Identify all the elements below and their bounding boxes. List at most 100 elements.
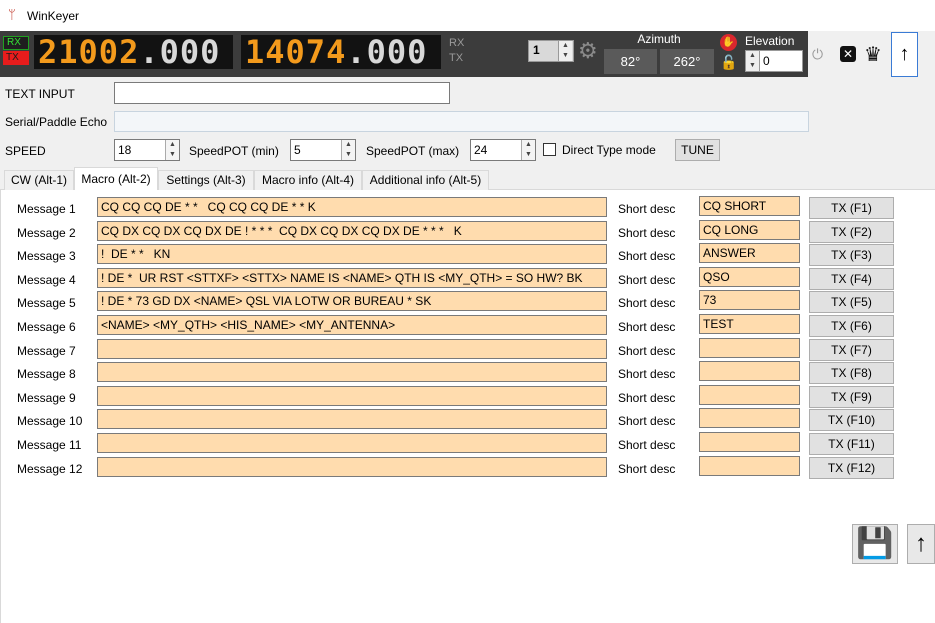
- elevation-value: 0: [763, 54, 770, 68]
- tx-button[interactable]: TX (F2): [809, 221, 894, 243]
- speedpot-max-stepper[interactable]: ▲ ▼: [521, 140, 535, 160]
- vfo-a-khz: 21002: [38, 35, 140, 69]
- message-label: Message 9: [17, 391, 76, 405]
- spin-down-icon[interactable]: ▼: [559, 51, 572, 61]
- text-input-field[interactable]: [114, 82, 450, 104]
- short-desc-label: Short desc: [618, 273, 676, 287]
- message-text-field[interactable]: CQ DX CQ DX CQ DX DE ! * * * CQ DX CQ DX…: [97, 221, 607, 241]
- stop-hand-icon[interactable]: ✋: [720, 34, 737, 51]
- vfo-b-khz: 14074: [245, 35, 347, 69]
- close-icon[interactable]: ✕: [840, 46, 856, 62]
- message-text-field[interactable]: CQ CQ CQ DE * * CQ CQ CQ DE * * K: [97, 197, 607, 217]
- tx-button[interactable]: TX (F9): [809, 386, 894, 408]
- message-text-field[interactable]: [97, 386, 607, 406]
- plug-icon[interactable]: ⏻: [812, 46, 823, 63]
- short-desc-field[interactable]: [699, 338, 800, 358]
- arrow-up-icon[interactable]: ↑: [907, 524, 935, 564]
- tune-button[interactable]: TUNE: [675, 139, 720, 161]
- gear-icon[interactable]: ⚙: [578, 40, 600, 62]
- message-text-field[interactable]: [97, 457, 607, 477]
- tx-button[interactable]: TX (F4): [809, 268, 894, 290]
- window-title: WinKeyer: [27, 9, 80, 23]
- short-desc-label: Short desc: [618, 226, 676, 240]
- tab-settings[interactable]: Settings (Alt-3): [158, 170, 254, 190]
- echo-field: [114, 111, 809, 132]
- tx-button[interactable]: TX (F10): [809, 409, 894, 431]
- elevation-arrows[interactable]: ▲ ▼: [746, 51, 760, 71]
- short-desc-label: Short desc: [618, 202, 676, 216]
- tx-button[interactable]: TX (F12): [809, 457, 894, 479]
- lock-icon[interactable]: 🔓: [720, 54, 737, 71]
- short-desc-field[interactable]: [699, 385, 800, 405]
- elevation-down-icon[interactable]: ▼: [746, 61, 759, 71]
- short-desc-field[interactable]: [699, 456, 800, 476]
- short-desc-field[interactable]: CQ LONG: [699, 220, 800, 240]
- short-desc-label: Short desc: [618, 414, 676, 428]
- message-label: Message 6: [17, 320, 76, 334]
- tx-button[interactable]: TX (F1): [809, 197, 894, 219]
- message-text-field[interactable]: ! DE * * KN: [97, 244, 607, 264]
- short-desc-field[interactable]: QSO: [699, 267, 800, 287]
- short-desc-field[interactable]: CQ SHORT: [699, 196, 800, 216]
- direct-type-checkbox[interactable]: [543, 143, 556, 156]
- tx-button[interactable]: TX (F11): [809, 433, 894, 455]
- short-desc-field[interactable]: [699, 408, 800, 428]
- short-desc-field[interactable]: [699, 432, 800, 452]
- message-text-field[interactable]: ! DE * 73 GD DX <NAME> QSL VIA LOTW OR B…: [97, 291, 607, 311]
- message-label: Message 8: [17, 367, 76, 381]
- tx2-label: TX: [449, 52, 464, 64]
- speedpot-max-up-icon[interactable]: ▲: [522, 140, 535, 150]
- speedpot-max-down-icon[interactable]: ▼: [522, 150, 535, 160]
- azimuth-button-2[interactable]: 262°: [660, 49, 714, 74]
- spin-up-icon[interactable]: ▲: [559, 41, 572, 51]
- short-desc-label: Short desc: [618, 344, 676, 358]
- message-label: Message 5: [17, 296, 76, 310]
- direct-type-label[interactable]: Direct Type mode: [562, 143, 656, 157]
- save-icon[interactable]: 💾: [852, 524, 898, 564]
- crown-icon[interactable]: ♛: [864, 42, 882, 67]
- app-icon: ᛘ: [8, 7, 16, 22]
- short-desc-label: Short desc: [618, 391, 676, 405]
- message-text-field[interactable]: [97, 339, 607, 359]
- speed-down-icon[interactable]: ▼: [166, 150, 179, 160]
- short-desc-field[interactable]: TEST: [699, 314, 800, 334]
- short-desc-label: Short desc: [618, 367, 676, 381]
- short-desc-label: Short desc: [618, 296, 676, 310]
- speed-stepper[interactable]: ▲ ▼: [165, 140, 179, 160]
- speedpot-min-stepper[interactable]: ▲ ▼: [341, 140, 355, 160]
- speedpot-min-down-icon[interactable]: ▼: [342, 150, 355, 160]
- message-text-field[interactable]: <NAME> <MY_QTH> <HIS_NAME> <MY_ANTENNA>: [97, 315, 607, 335]
- short-desc-label: Short desc: [618, 320, 676, 334]
- tx-button[interactable]: TX (F3): [809, 244, 894, 266]
- message-label: Message 12: [17, 462, 83, 476]
- title-bar: [0, 0, 935, 31]
- elevation-up-icon[interactable]: ▲: [746, 51, 759, 61]
- azimuth-label: Azimuth: [637, 32, 681, 46]
- message-label: Message 11: [17, 438, 82, 452]
- arrow-up-button[interactable]: ↑: [891, 32, 918, 77]
- rx-indicator: RX: [3, 36, 29, 50]
- tab-cw[interactable]: CW (Alt-1): [4, 170, 74, 190]
- tx-button[interactable]: TX (F8): [809, 362, 894, 384]
- rx2-label: RX: [449, 37, 465, 49]
- tx-button[interactable]: TX (F5): [809, 291, 894, 313]
- tab-additional-info[interactable]: Additional info (Alt-5): [362, 170, 489, 190]
- short-desc-field[interactable]: 73: [699, 290, 800, 310]
- radio-select-arrows[interactable]: ▲ ▼: [558, 41, 572, 61]
- tab-macro-info[interactable]: Macro info (Alt-4): [254, 170, 362, 190]
- tx-indicator: TX: [3, 51, 29, 65]
- message-text-field[interactable]: [97, 409, 607, 429]
- short-desc-field[interactable]: ANSWER: [699, 243, 800, 263]
- tx-button[interactable]: TX (F6): [809, 315, 894, 337]
- tab-macro[interactable]: Macro (Alt-2): [74, 167, 158, 190]
- message-text-field[interactable]: [97, 433, 607, 453]
- radio-select-value: 1: [533, 43, 540, 57]
- message-text-field[interactable]: ! DE * UR RST <STTXF> <STTX> NAME IS <NA…: [97, 268, 607, 288]
- short-desc-field[interactable]: [699, 361, 800, 381]
- message-text-field[interactable]: [97, 362, 607, 382]
- speed-up-icon[interactable]: ▲: [166, 140, 179, 150]
- azimuth-button-1[interactable]: 82°: [604, 49, 657, 74]
- elevation-label: Elevation: [745, 34, 795, 48]
- tx-button[interactable]: TX (F7): [809, 339, 894, 361]
- speedpot-min-up-icon[interactable]: ▲: [342, 140, 355, 150]
